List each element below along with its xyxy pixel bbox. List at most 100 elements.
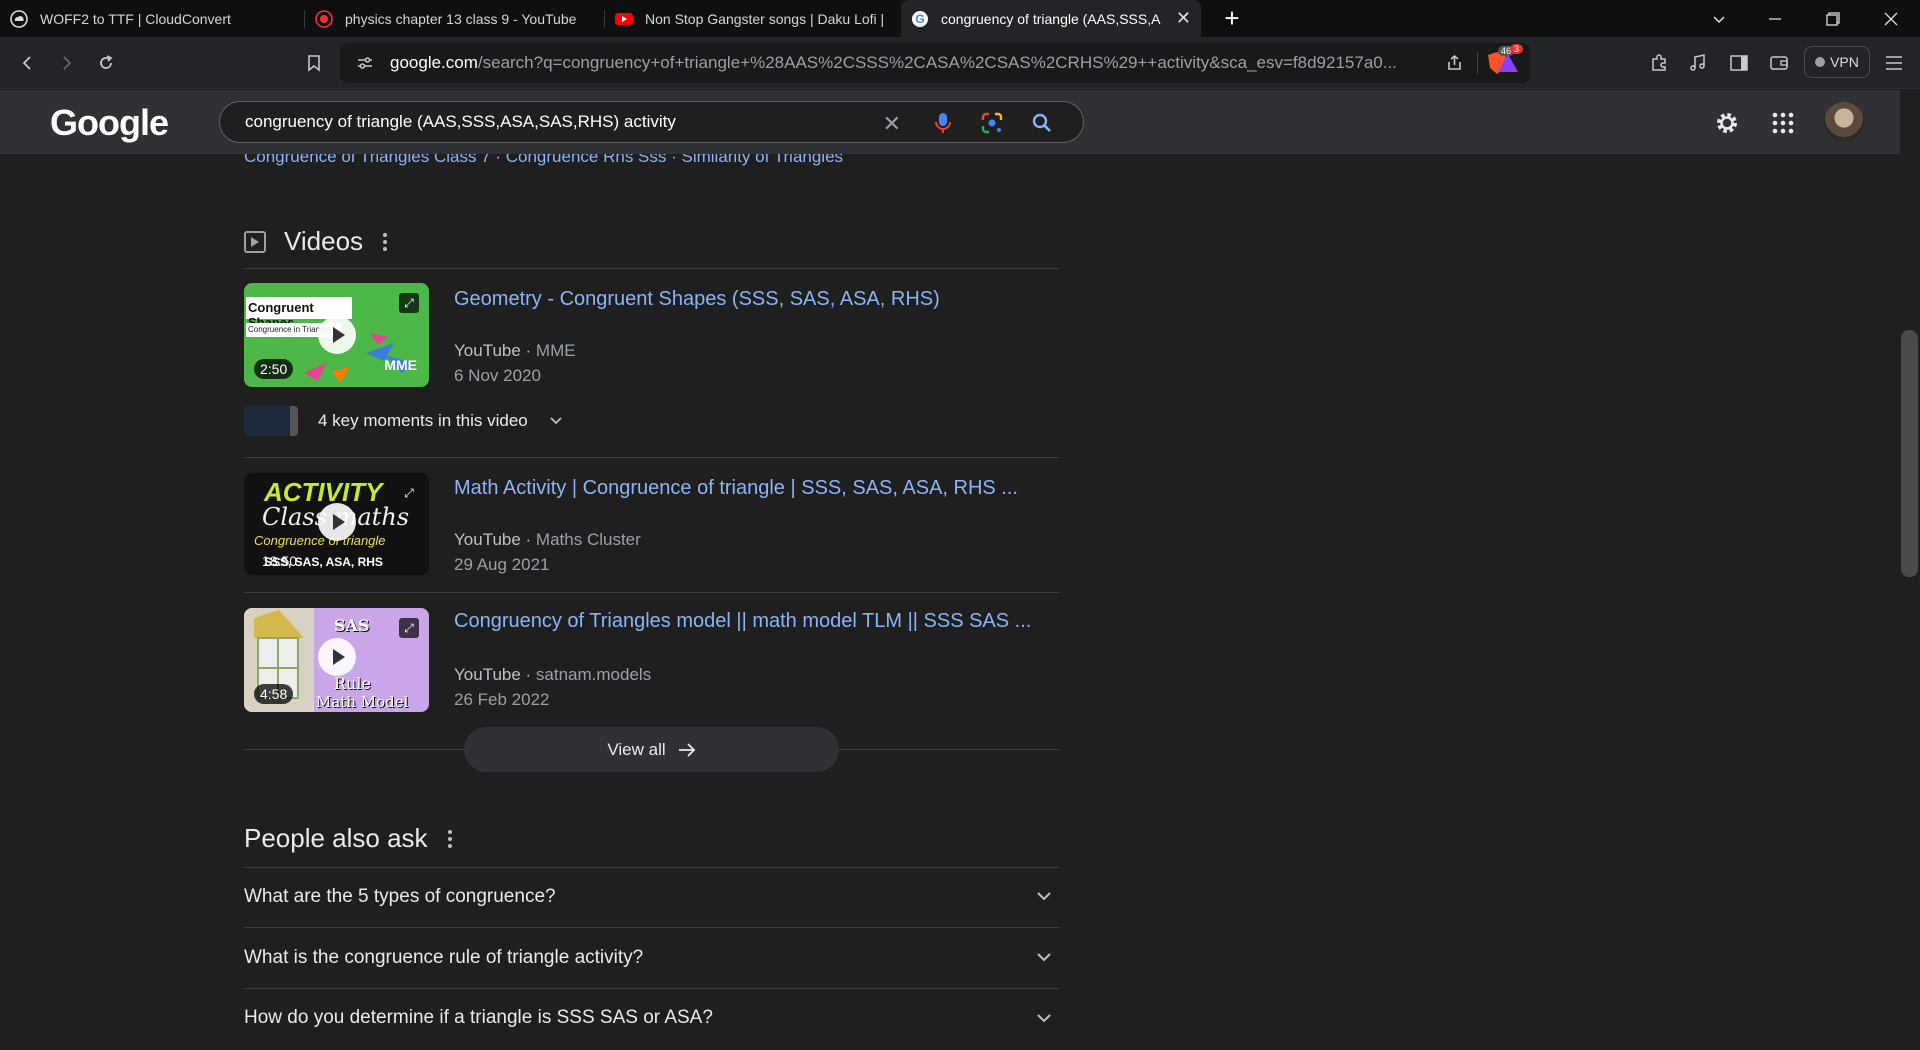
- video-channel: MME: [535, 341, 576, 360]
- extensions-icon[interactable]: [1647, 51, 1671, 75]
- svg-text:G: G: [915, 12, 924, 26]
- tab-title: Non Stop Gangster songs | Daku Lofi |: [645, 10, 885, 27]
- search-input[interactable]: congruency of triangle (AAS,SSS,ASA,SAS,…: [219, 101, 1084, 143]
- google-header: Google congruency of triangle (AAS,SSS,A…: [0, 90, 1900, 154]
- thumbnail-brand: MME: [384, 357, 417, 373]
- video-source: YouTube · MME: [454, 341, 576, 360]
- thumbnail-title: SAS: [334, 616, 370, 635]
- play-icon[interactable]: [318, 638, 356, 676]
- expand-icon[interactable]: ⤢: [399, 618, 419, 638]
- chevron-down-icon[interactable]: [1035, 948, 1053, 966]
- paa-question[interactable]: What is the congruence rule of triangle …: [244, 928, 1059, 989]
- account-avatar[interactable]: [1824, 102, 1864, 142]
- tab-cloudconvert[interactable]: WOFF2 to TTF | CloudConvert: [0, 0, 305, 37]
- thumbnail-line: Congruence of triangle: [254, 533, 386, 548]
- wallet-icon[interactable]: [1767, 51, 1791, 75]
- video-thumbnail[interactable]: SAS Rule Math Model ⤢ 4:58: [244, 608, 429, 712]
- bookmark-icon[interactable]: [300, 49, 328, 77]
- chevron-down-icon[interactable]: [1035, 1009, 1053, 1027]
- thumbnail-subtitle: Rule: [334, 674, 371, 693]
- tab-title: physics chapter 13 class 9 - YouTube: [345, 10, 577, 27]
- vpn-label: VPN: [1830, 54, 1859, 70]
- brave-rewards-icon[interactable]: 3: [1496, 44, 1524, 75]
- more-options-icon[interactable]: [447, 829, 452, 848]
- back-button[interactable]: [14, 49, 42, 77]
- play-icon[interactable]: [318, 316, 356, 354]
- chevron-down-icon[interactable]: [548, 413, 564, 429]
- play-icon[interactable]: [318, 503, 356, 541]
- new-tab-button[interactable]: +: [1217, 3, 1247, 33]
- video-duration: 4:58: [254, 684, 294, 704]
- url-path: /search?q=congruency+of+triangle+%28AAS%…: [477, 53, 1397, 72]
- video-channel: satnam.models: [535, 665, 652, 684]
- divider: [244, 268, 1059, 269]
- tab-youtube-physics[interactable]: physics chapter 13 class 9 - YouTube: [305, 0, 605, 37]
- scrollbar-thumb[interactable]: [1901, 330, 1918, 577]
- google-lens-icon[interactable]: [981, 112, 1003, 134]
- vpn-button[interactable]: VPN: [1804, 46, 1870, 78]
- people-also-ask-heading: People also ask: [244, 823, 452, 854]
- sidebar-icon[interactable]: [1727, 51, 1751, 75]
- video-title-link[interactable]: Congruency of Triangles model || math mo…: [454, 610, 1031, 633]
- address-separator: [1477, 52, 1478, 74]
- close-window-button[interactable]: [1868, 0, 1914, 37]
- video-source: YouTube · satnam.models: [454, 665, 652, 684]
- settings-gear-icon[interactable]: [1714, 110, 1740, 136]
- paa-question[interactable]: What are the 5 types of congruence?: [244, 867, 1059, 928]
- videos-heading: Videos: [244, 226, 388, 257]
- youtube-icon: [615, 12, 633, 25]
- close-tab-icon[interactable]: ✕: [1176, 8, 1191, 29]
- tab-google-search[interactable]: G congruency of triangle (AAS,SSS,A ✕: [901, 0, 1201, 37]
- video-section-icon: [244, 230, 266, 253]
- menu-icon[interactable]: [1882, 51, 1906, 75]
- video-title-link[interactable]: Math Activity | Congruence of triangle |…: [454, 477, 1018, 500]
- video-result[interactable]: Congruent Shapes Congruence in Triangles…: [244, 283, 1059, 387]
- paa-title: People also ask: [244, 823, 428, 853]
- paa-question-text: How do you determine if a triangle is SS…: [244, 1007, 713, 1028]
- tab-bar: WOFF2 to TTF | CloudConvert physics chap…: [0, 0, 1920, 37]
- tab-youtube-music[interactable]: Non Stop Gangster songs | Daku Lofi |: [605, 0, 901, 37]
- video-channel: Maths Cluster: [535, 530, 641, 549]
- more-options-icon[interactable]: [383, 232, 388, 251]
- google-logo[interactable]: Google: [50, 102, 169, 144]
- voice-search-icon[interactable]: [933, 111, 953, 135]
- video-result[interactable]: SAS Rule Math Model ⤢ 4:58 Congruency of…: [244, 608, 1059, 712]
- expand-icon[interactable]: ⤢: [399, 293, 419, 313]
- reload-button[interactable]: [92, 49, 120, 77]
- minimize-button[interactable]: [1752, 0, 1798, 37]
- tab-title: WOFF2 to TTF | CloudConvert: [40, 10, 231, 27]
- share-icon[interactable]: [1446, 54, 1464, 72]
- url-host: google.com: [390, 53, 478, 72]
- key-moments-toggle[interactable]: 4 key moments in this video: [244, 406, 564, 436]
- browser-toolbar: google.com/search?q=congruency+of+triang…: [0, 37, 1920, 89]
- key-moment-thumbnail: [244, 406, 298, 436]
- forward-button[interactable]: [52, 49, 80, 77]
- video-source: YouTube · Maths Cluster: [454, 530, 641, 549]
- search-query: congruency of triangle (AAS,SSS,ASA,SAS,…: [245, 112, 676, 131]
- view-all-button[interactable]: View all: [464, 727, 839, 772]
- video-thumbnail[interactable]: Congruent Shapes Congruence in Triangles…: [244, 283, 429, 387]
- address-bar[interactable]: google.com/search?q=congruency+of+triang…: [340, 43, 1530, 83]
- video-duration: 18:50: [262, 553, 298, 569]
- video-date: 29 Aug 2021: [454, 555, 550, 574]
- chevron-down-icon[interactable]: [1035, 887, 1053, 905]
- expand-icon[interactable]: ⤢: [399, 483, 419, 503]
- tab-search-chevron-icon[interactable]: [1696, 0, 1742, 37]
- clear-search-icon[interactable]: ✕: [883, 111, 901, 137]
- vpn-status-icon: [1815, 57, 1826, 67]
- key-moments-label: 4 key moments in this video: [318, 411, 528, 430]
- youtube-recording-icon: [315, 9, 333, 28]
- rewards-badge: 3: [1510, 44, 1524, 54]
- search-icon[interactable]: [1031, 112, 1053, 134]
- divider: [244, 457, 1059, 458]
- video-thumbnail[interactable]: ACTIVITY Class maths Congruence of trian…: [244, 473, 429, 575]
- video-date: 6 Nov 2020: [454, 366, 541, 385]
- site-settings-icon[interactable]: [356, 54, 374, 72]
- arrow-right-icon: [678, 742, 695, 757]
- media-music-icon[interactable]: [1686, 51, 1710, 75]
- thumbnail-line: Math Model: [316, 693, 409, 711]
- google-apps-icon[interactable]: [1770, 110, 1796, 136]
- video-title-link[interactable]: Geometry - Congruent Shapes (SSS, SAS, A…: [454, 288, 940, 311]
- restore-button[interactable]: [1810, 0, 1856, 37]
- video-result[interactable]: ACTIVITY Class maths Congruence of trian…: [244, 473, 1059, 575]
